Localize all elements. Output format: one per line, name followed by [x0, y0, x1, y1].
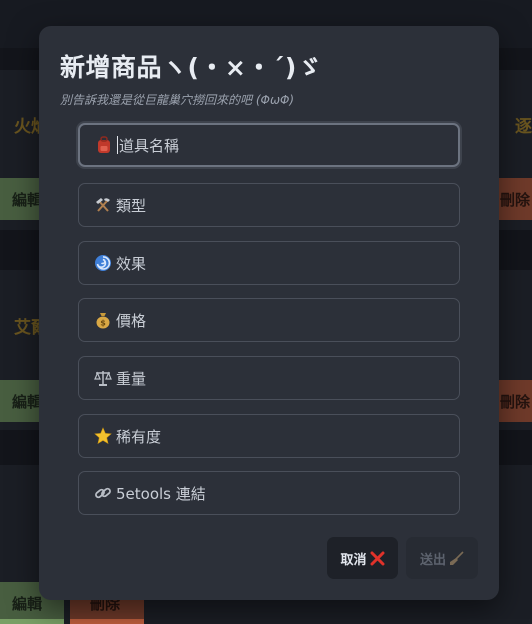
svg-text:$: $ [100, 319, 106, 328]
item-type-input[interactable]: 類型 [78, 183, 460, 227]
item-weight-placeholder: 重量 [116, 368, 146, 389]
cross-mark-icon [370, 551, 385, 566]
cancel-button[interactable]: 取消 [327, 537, 398, 579]
item-rarity-input[interactable]: 稀有度 [78, 414, 460, 458]
add-item-modal: 新增商品ヽ(・×・´)ゞ 別告訴我還是從巨龍巢穴撈回來的吧 (ΦωΦ) 道具名稱… [39, 26, 499, 600]
item-name-placeholder: 道具名稱 [119, 135, 179, 156]
money-bag-icon: $ [93, 311, 113, 329]
text-caret [117, 136, 118, 154]
item-link-placeholder: 5etools 連結 [116, 483, 206, 504]
submit-label: 送出 [420, 549, 446, 568]
item-rarity-placeholder: 稀有度 [116, 426, 161, 447]
item-name-input[interactable]: 道具名稱 [78, 123, 460, 167]
item-price-placeholder: 價格 [116, 310, 146, 331]
modal-subtitle: 別告訴我還是從巨龍巢穴撈回來的吧 (ΦωΦ) [60, 91, 294, 108]
backpack-icon [94, 136, 114, 154]
item-link-input[interactable]: 5etools 連結 [78, 471, 460, 515]
broom-icon [449, 551, 464, 566]
item-price-input[interactable]: $ 價格 [78, 298, 460, 342]
scales-icon [93, 369, 113, 387]
item-effect-placeholder: 效果 [116, 253, 146, 274]
cancel-label: 取消 [340, 549, 366, 568]
link-icon [93, 484, 113, 502]
star-icon [93, 427, 113, 445]
item-weight-input[interactable]: 重量 [78, 356, 460, 400]
submit-button[interactable]: 送出 [406, 537, 478, 579]
modal-title: 新增商品ヽ(・×・´)ゞ [60, 48, 322, 84]
item-type-placeholder: 類型 [116, 195, 146, 216]
item-effect-input[interactable]: 效果 [78, 241, 460, 285]
hammer-pick-icon [93, 196, 113, 214]
cyclone-icon [93, 254, 113, 272]
